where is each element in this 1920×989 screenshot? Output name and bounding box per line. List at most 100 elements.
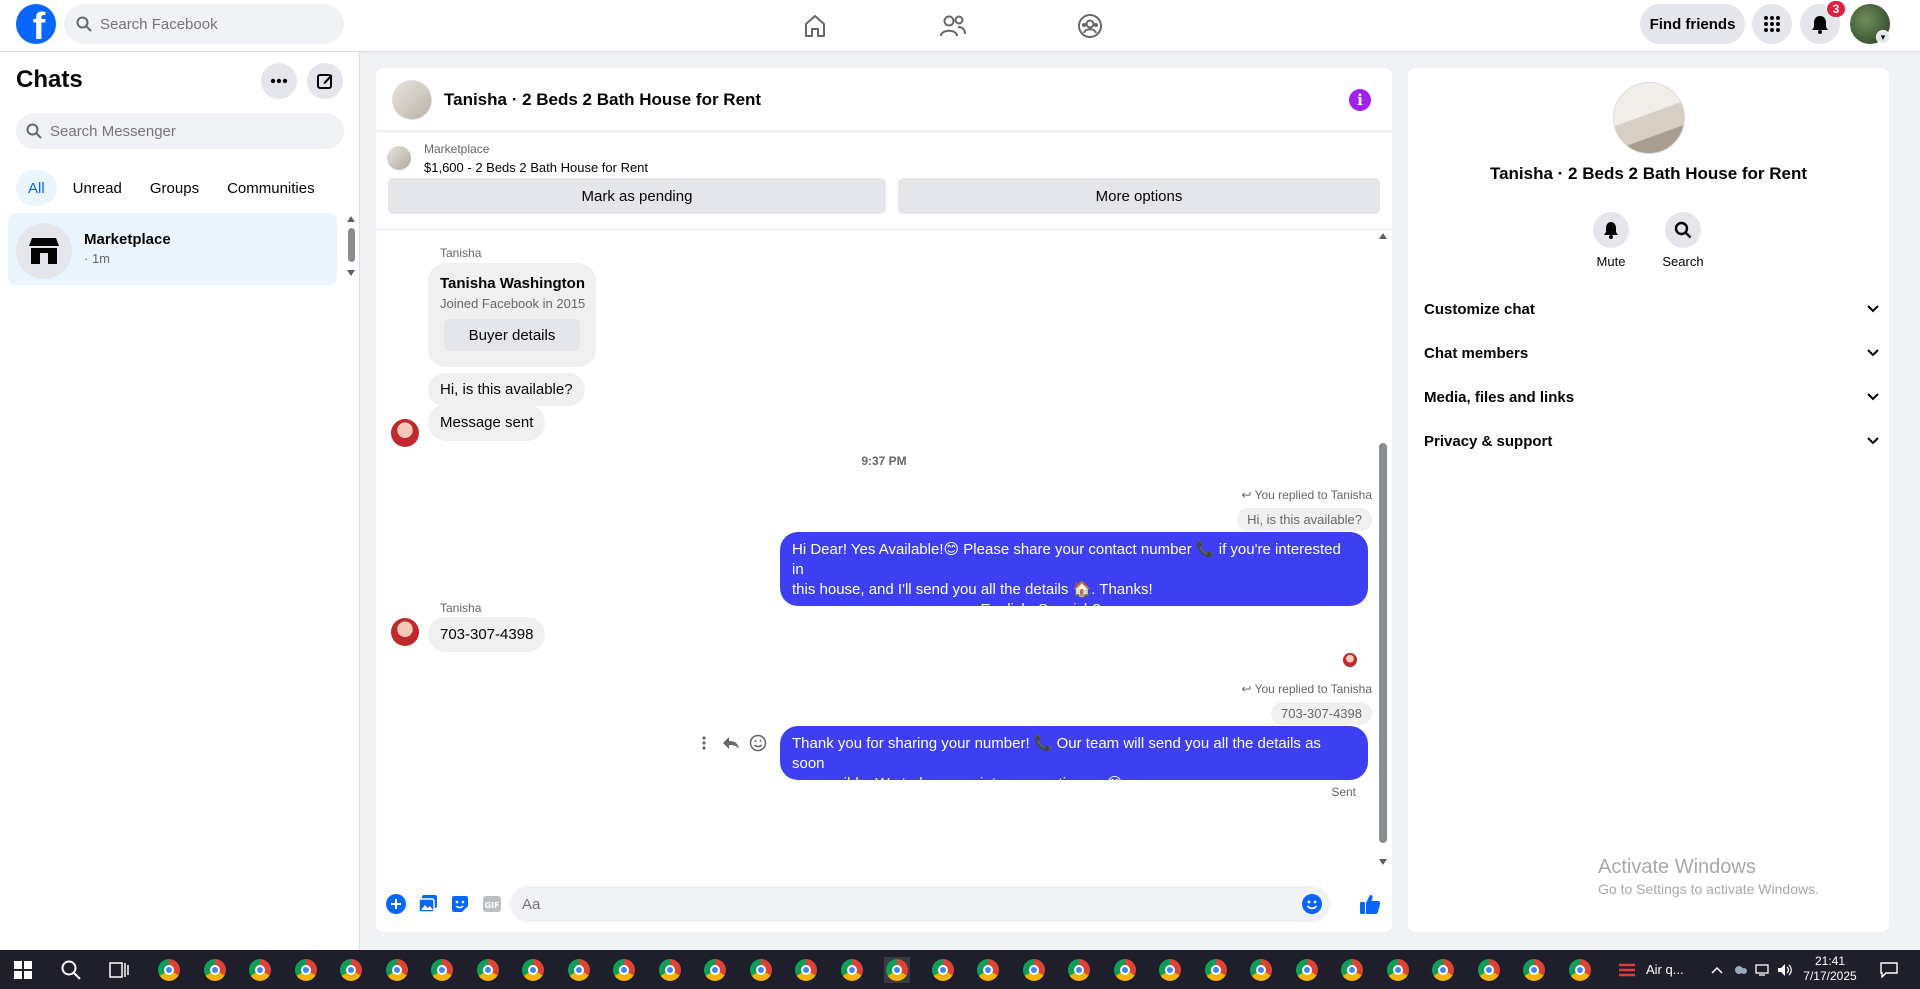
- chrome-browser-icon[interactable]: [748, 957, 774, 983]
- chrome-browser-icon[interactable]: [1430, 957, 1456, 983]
- chrome-browser-icon[interactable]: [793, 957, 819, 983]
- privacy-support-row[interactable]: Privacy & support: [1424, 423, 1880, 459]
- chrome-browser-icon[interactable]: [1567, 957, 1593, 983]
- message-bubble-incoming[interactable]: Message sent: [428, 404, 546, 441]
- mute-button[interactable]: Mute: [1576, 212, 1646, 269]
- add-plus-icon[interactable]: [384, 892, 408, 916]
- chrome-browser-icon[interactable]: [293, 957, 319, 983]
- volume-icon[interactable]: [1772, 957, 1798, 983]
- message-input[interactable]: [510, 886, 1330, 922]
- chats-title: Chats: [16, 66, 83, 93]
- windows-start-icon[interactable]: [10, 957, 36, 983]
- more-actions-icon[interactable]: [693, 732, 715, 754]
- chrome-browser-icon[interactable]: [338, 957, 364, 983]
- tab-unread[interactable]: Unread: [61, 170, 134, 206]
- message-bubble-incoming[interactable]: 703-307-4398: [428, 617, 546, 652]
- gif-icon[interactable]: GIF: [480, 892, 504, 916]
- info-icon[interactable]: i: [1349, 89, 1371, 111]
- chrome-browser-icon[interactable]: [429, 957, 455, 983]
- chrome-browser-icon[interactable]: [975, 957, 1001, 983]
- message-bubble-outgoing[interactable]: Hi Dear! Yes Available!😊 Please share yo…: [780, 532, 1368, 618]
- chrome-browser-icon[interactable]: [1066, 957, 1092, 983]
- chrome-browser-icon[interactable]: [1157, 957, 1183, 983]
- message-bubble-incoming[interactable]: Hi, is this available?: [428, 373, 585, 406]
- chrome-browser-icon[interactable]: [611, 957, 637, 983]
- search-messenger[interactable]: [16, 113, 344, 149]
- sender-avatar[interactable]: [391, 618, 419, 646]
- chrome-browser-icon[interactable]: [156, 957, 182, 983]
- chevron-up-icon[interactable]: [1704, 957, 1730, 983]
- facebook-logo[interactable]: f: [16, 4, 56, 44]
- listing-thumbnail[interactable]: [392, 80, 432, 120]
- thumbs-up-icon[interactable]: [1358, 892, 1382, 916]
- listing-photo[interactable]: [1613, 82, 1685, 154]
- friends-icon[interactable]: [937, 10, 969, 42]
- conversation-scrollbar[interactable]: [1378, 233, 1388, 865]
- chrome-browser-icon[interactable]: [384, 957, 410, 983]
- sidebar-scrollbar[interactable]: [347, 216, 355, 276]
- taskbar-search-icon[interactable]: [58, 957, 84, 983]
- message-bubble-outgoing[interactable]: Thank you for sharing your number! 📞 Our…: [780, 726, 1368, 792]
- home-icon[interactable]: [799, 10, 831, 42]
- chrome-browser-icon[interactable]: [1476, 957, 1502, 983]
- groups-icon[interactable]: [1074, 10, 1106, 42]
- chat-item-marketplace[interactable]: Marketplace · 1m: [8, 213, 337, 285]
- chrome-browser-icon[interactable]: [1112, 957, 1138, 983]
- chrome-browser-icon[interactable]: [1385, 957, 1411, 983]
- more-options-icon[interactable]: [261, 63, 297, 99]
- chevron-down-icon[interactable]: ▾: [1876, 30, 1890, 44]
- emoji-icon[interactable]: [1302, 894, 1322, 914]
- task-view-icon[interactable]: [106, 957, 132, 983]
- search-in-chat-button[interactable]: Search: [1648, 212, 1718, 269]
- tab-groups[interactable]: Groups: [138, 170, 211, 206]
- search-facebook[interactable]: [64, 4, 344, 44]
- tab-communities[interactable]: Communities: [215, 170, 327, 206]
- listing-price-title[interactable]: $1,600 - 2 Beds 2 Bath House for Rent: [424, 160, 648, 175]
- chrome-browser-icon[interactable]: [247, 957, 273, 983]
- chrome-browser-icon[interactable]: [202, 957, 228, 983]
- chrome-browser-icon[interactable]: [884, 957, 910, 983]
- quoted-message[interactable]: Hi, is this available?: [1237, 508, 1372, 531]
- air-quality-label[interactable]: Air q...: [1646, 962, 1684, 977]
- chrome-browser-icon[interactable]: [657, 957, 683, 983]
- chrome-browser-icon[interactable]: [930, 957, 956, 983]
- chrome-browser-icon[interactable]: [1203, 957, 1229, 983]
- chrome-logo-icon: [1568, 959, 1591, 981]
- more-options-button[interactable]: More options: [898, 178, 1380, 214]
- buyer-details-button[interactable]: Buyer details: [444, 319, 580, 351]
- react-emoji-icon[interactable]: [747, 732, 769, 754]
- conversation-title[interactable]: Tanisha · 2 Beds 2 Bath House for Rent: [444, 90, 761, 110]
- chat-members-row[interactable]: Chat members: [1424, 335, 1880, 371]
- new-message-icon[interactable]: [307, 63, 343, 99]
- chrome-browser-icon[interactable]: [1294, 957, 1320, 983]
- chrome-browser-icon[interactable]: [1021, 957, 1047, 983]
- chrome-browser-icon[interactable]: [1521, 957, 1547, 983]
- message-text-field[interactable]: [522, 895, 1282, 913]
- chrome-browser-icon[interactable]: [475, 957, 501, 983]
- quoted-message[interactable]: 703-307-4398: [1271, 702, 1372, 725]
- chrome-logo-icon: [567, 959, 590, 981]
- tab-all[interactable]: All: [16, 170, 57, 206]
- customize-chat-row[interactable]: Customize chat: [1424, 291, 1880, 327]
- chrome-browser-icon[interactable]: [702, 957, 728, 983]
- sender-avatar[interactable]: [391, 419, 419, 447]
- mark-as-pending-button[interactable]: Mark as pending: [388, 178, 886, 214]
- air-quality-icon[interactable]: [1614, 957, 1640, 983]
- message-composer: GIF: [376, 878, 1392, 932]
- find-friends-button[interactable]: Find friends: [1640, 4, 1745, 44]
- search-messenger-input[interactable]: [50, 122, 270, 140]
- menu-grid-icon[interactable]: [1752, 4, 1792, 44]
- reply-icon[interactable]: [720, 732, 742, 754]
- chrome-browser-icon[interactable]: [520, 957, 546, 983]
- photo-icon[interactable]: [416, 892, 440, 916]
- chrome-browser-icon[interactable]: [1339, 957, 1365, 983]
- listing-thumbnail-small[interactable]: [387, 146, 411, 170]
- media-files-links-row[interactable]: Media, files and links: [1424, 379, 1880, 415]
- search-facebook-input[interactable]: [100, 15, 320, 33]
- sticker-icon[interactable]: [448, 892, 472, 916]
- taskbar-clock[interactable]: 21:41 7/17/2025: [1800, 954, 1860, 984]
- notification-center-icon[interactable]: [1876, 957, 1902, 983]
- chrome-browser-icon[interactable]: [566, 957, 592, 983]
- chrome-browser-icon[interactable]: [839, 957, 865, 983]
- chrome-browser-icon[interactable]: [1248, 957, 1274, 983]
